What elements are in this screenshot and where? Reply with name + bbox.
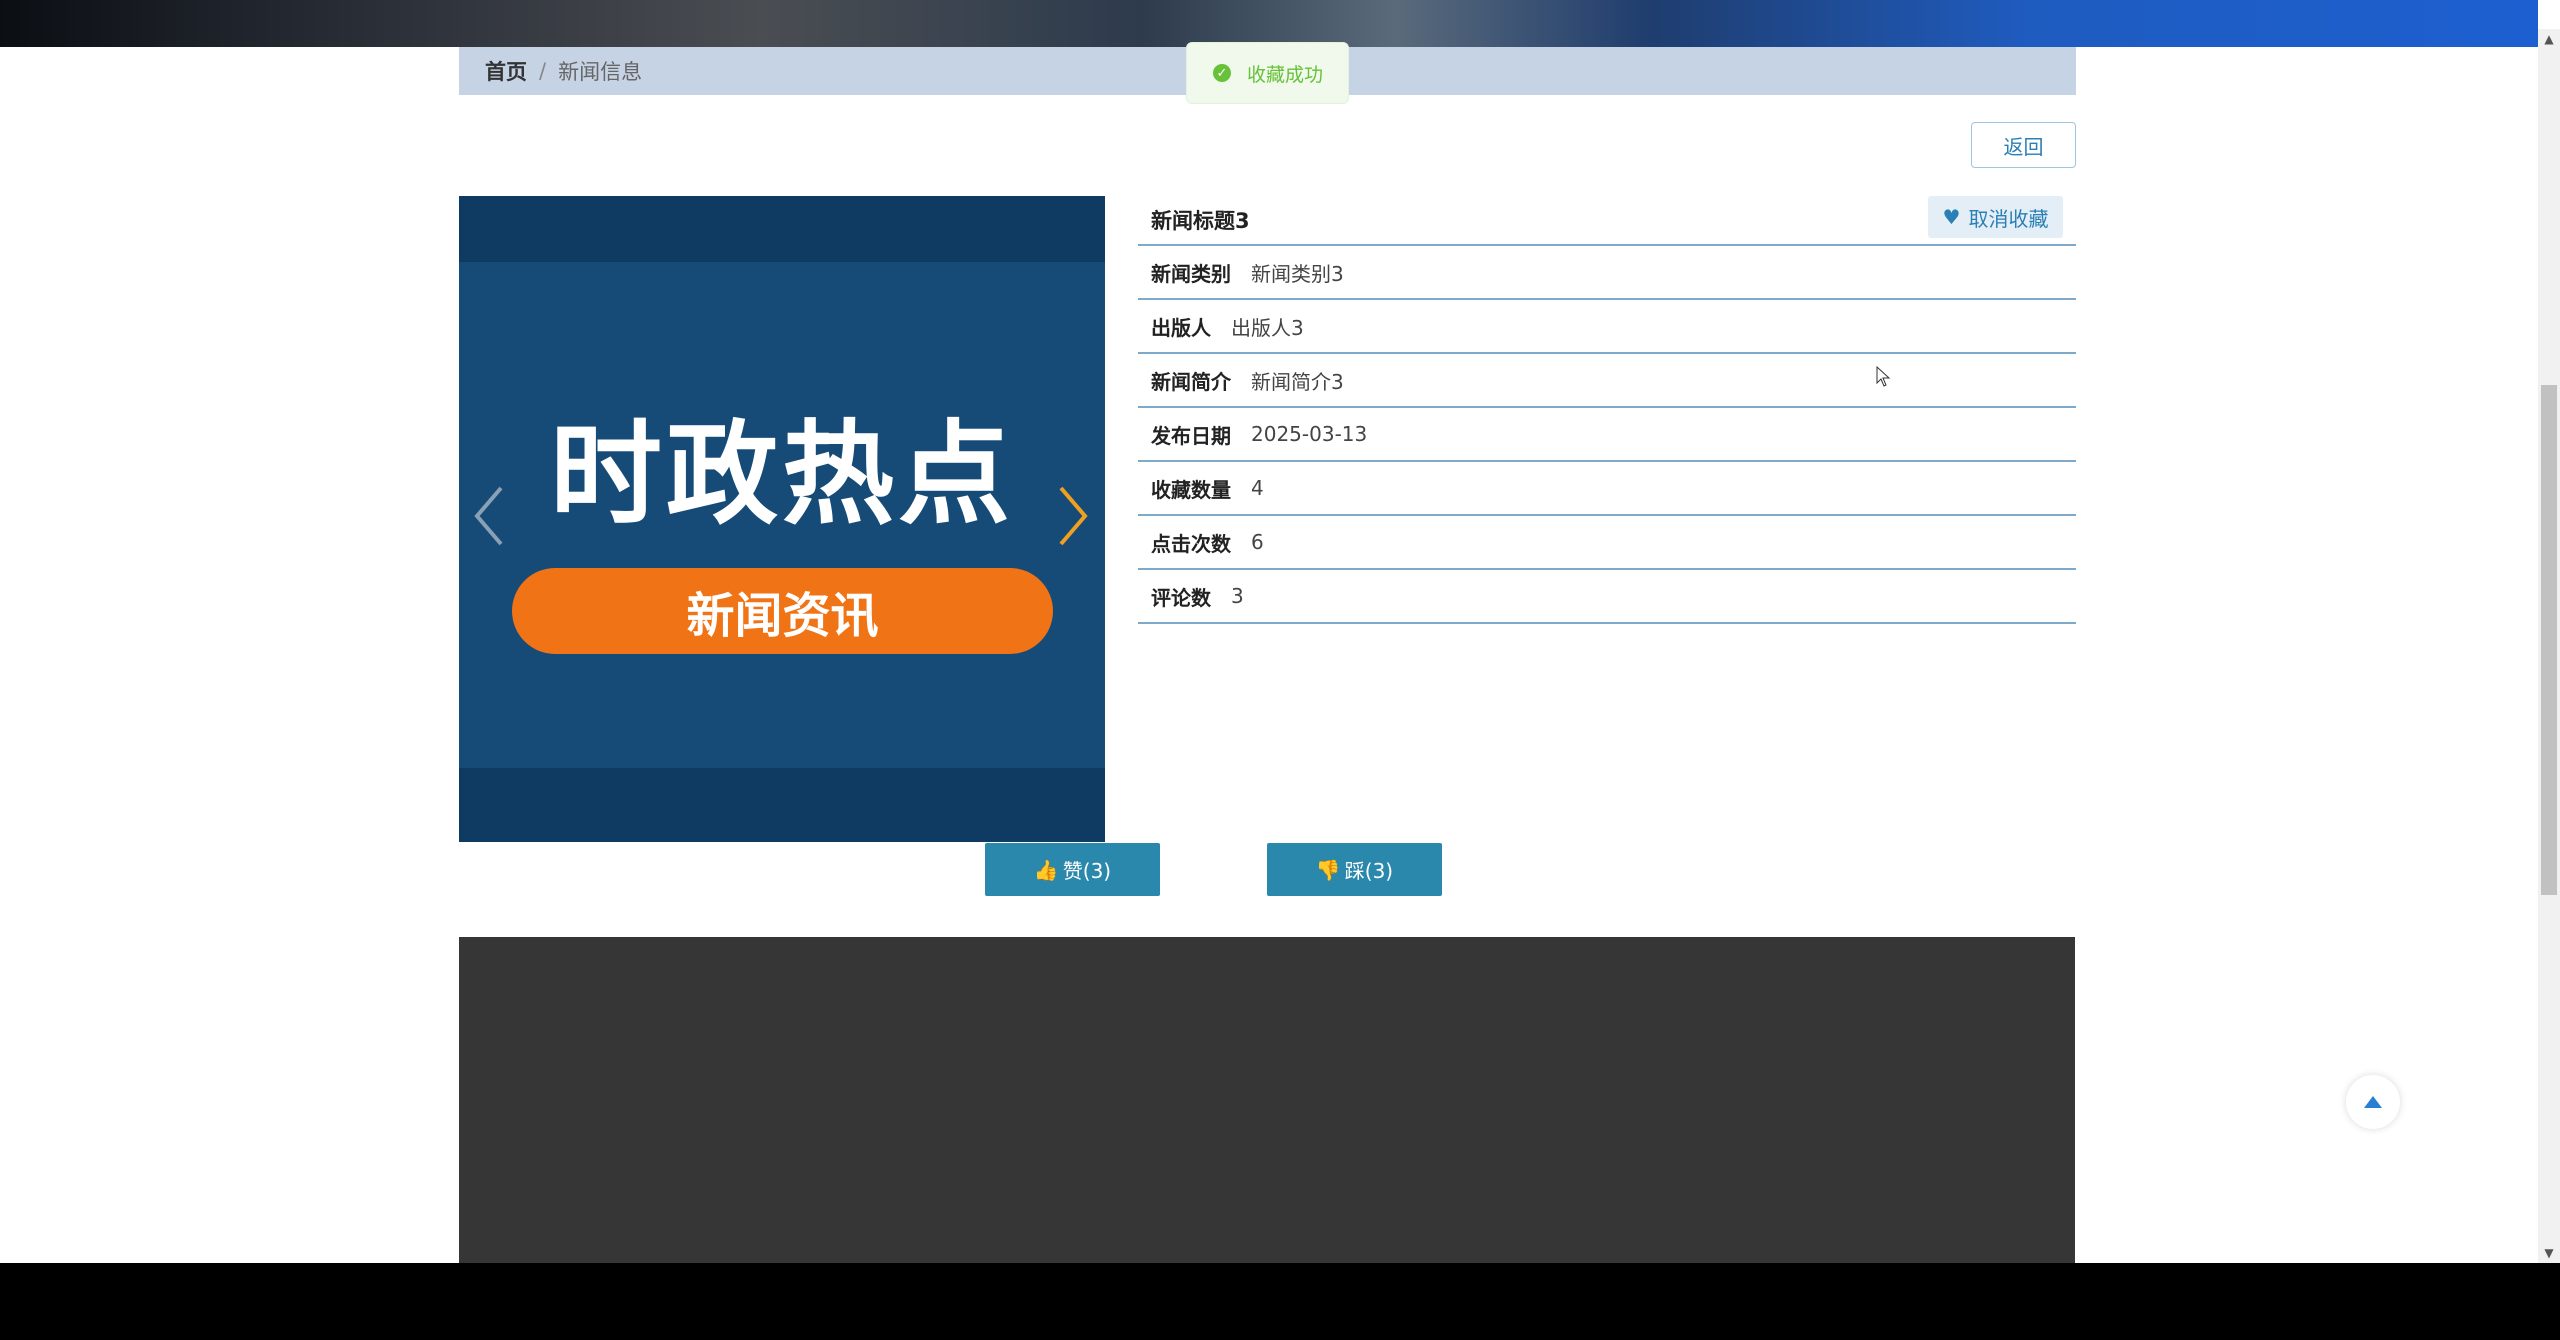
field-label: 评论数 <box>1151 585 1211 610</box>
top-banner-image <box>0 0 2538 47</box>
field-label: 发布日期 <box>1151 423 1231 448</box>
thumbs-up-icon: 👍 <box>1033 857 1059 882</box>
breadcrumb-home-link[interactable]: 首页 <box>485 56 527 86</box>
scroll-down-arrow-icon[interactable]: ▼ <box>2538 1243 2560 1263</box>
toast-message: 收藏成功 <box>1247 63 1324 86</box>
news-title: 新闻标题3 <box>1151 209 1250 233</box>
field-row-click-count: 点击次数 6 <box>1138 516 2076 570</box>
dislike-button[interactable]: 👎 踩(3) <box>1267 843 1442 896</box>
like-button[interactable]: 👍 赞(3) <box>985 843 1160 896</box>
field-value: 出版人3 <box>1231 315 1304 340</box>
field-label: 新闻简介 <box>1151 369 1231 394</box>
carousel-next-icon[interactable] <box>1051 486 1091 546</box>
back-button[interactable]: 返回 <box>1971 122 2076 168</box>
field-label: 收藏数量 <box>1151 477 1231 502</box>
breadcrumb-separator: / <box>539 59 547 83</box>
back-to-top-button[interactable] <box>2346 1075 2400 1129</box>
caret-up-icon <box>2364 1096 2382 1108</box>
field-label: 新闻类别 <box>1151 261 1231 286</box>
success-toast: ✓ 收藏成功 <box>1186 42 1349 104</box>
mouse-cursor-icon <box>1876 366 1891 387</box>
unfavorite-button[interactable]: ♥ 取消收藏 <box>1928 196 2063 238</box>
content-dark-panel <box>459 937 2075 1263</box>
unfavorite-label: 取消收藏 <box>1968 206 2049 231</box>
carousel-prev-icon[interactable] <box>471 486 511 546</box>
carousel-slide-pill: 新闻资讯 <box>512 568 1053 654</box>
news-title-row: 新闻标题3 ♥ 取消收藏 <box>1138 196 2076 246</box>
image-carousel[interactable]: 时政热点 新闻资讯 <box>459 196 1105 842</box>
field-value: 6 <box>1251 530 1264 554</box>
check-circle-icon: ✓ <box>1213 64 1231 82</box>
field-row-category: 新闻类别 新闻类别3 <box>1138 246 2076 300</box>
news-info-panel: 新闻标题3 ♥ 取消收藏 新闻类别 新闻类别3 出版人 出版人3 新闻简介 新闻… <box>1138 196 2076 624</box>
carousel-slide-heading: 时政热点 <box>550 410 1014 540</box>
field-value: 2025-03-13 <box>1251 422 1368 446</box>
thumbs-down-icon: 👎 <box>1315 857 1341 882</box>
scroll-up-arrow-icon[interactable]: ▲ <box>2538 29 2560 49</box>
field-value: 3 <box>1231 584 1244 608</box>
field-value: 新闻类别3 <box>1251 261 1344 286</box>
scrollbar-thumb[interactable] <box>2541 385 2557 895</box>
field-row-publisher: 出版人 出版人3 <box>1138 300 2076 354</box>
field-row-publish-date: 发布日期 2025-03-13 <box>1138 408 2076 462</box>
like-label: 赞(3) <box>1062 859 1112 883</box>
breadcrumb-current: 新闻信息 <box>558 60 643 84</box>
heart-icon: ♥ <box>1942 205 1961 229</box>
dislike-label: 踩(3) <box>1344 859 1394 883</box>
field-label: 点击次数 <box>1151 531 1231 556</box>
field-label: 出版人 <box>1151 315 1211 340</box>
page-viewport: 首页 / 新闻信息 ✓ 收藏成功 返回 时政热点 新闻资讯 新闻标题3 ♥ 取消… <box>0 0 2560 1263</box>
field-value: 新闻简介3 <box>1251 369 1344 394</box>
field-value: 4 <box>1251 476 1264 500</box>
field-row-comment-count: 评论数 3 <box>1138 570 2076 624</box>
field-row-summary: 新闻简介 新闻简介3 <box>1138 354 2076 408</box>
field-row-favorite-count: 收藏数量 4 <box>1138 462 2076 516</box>
